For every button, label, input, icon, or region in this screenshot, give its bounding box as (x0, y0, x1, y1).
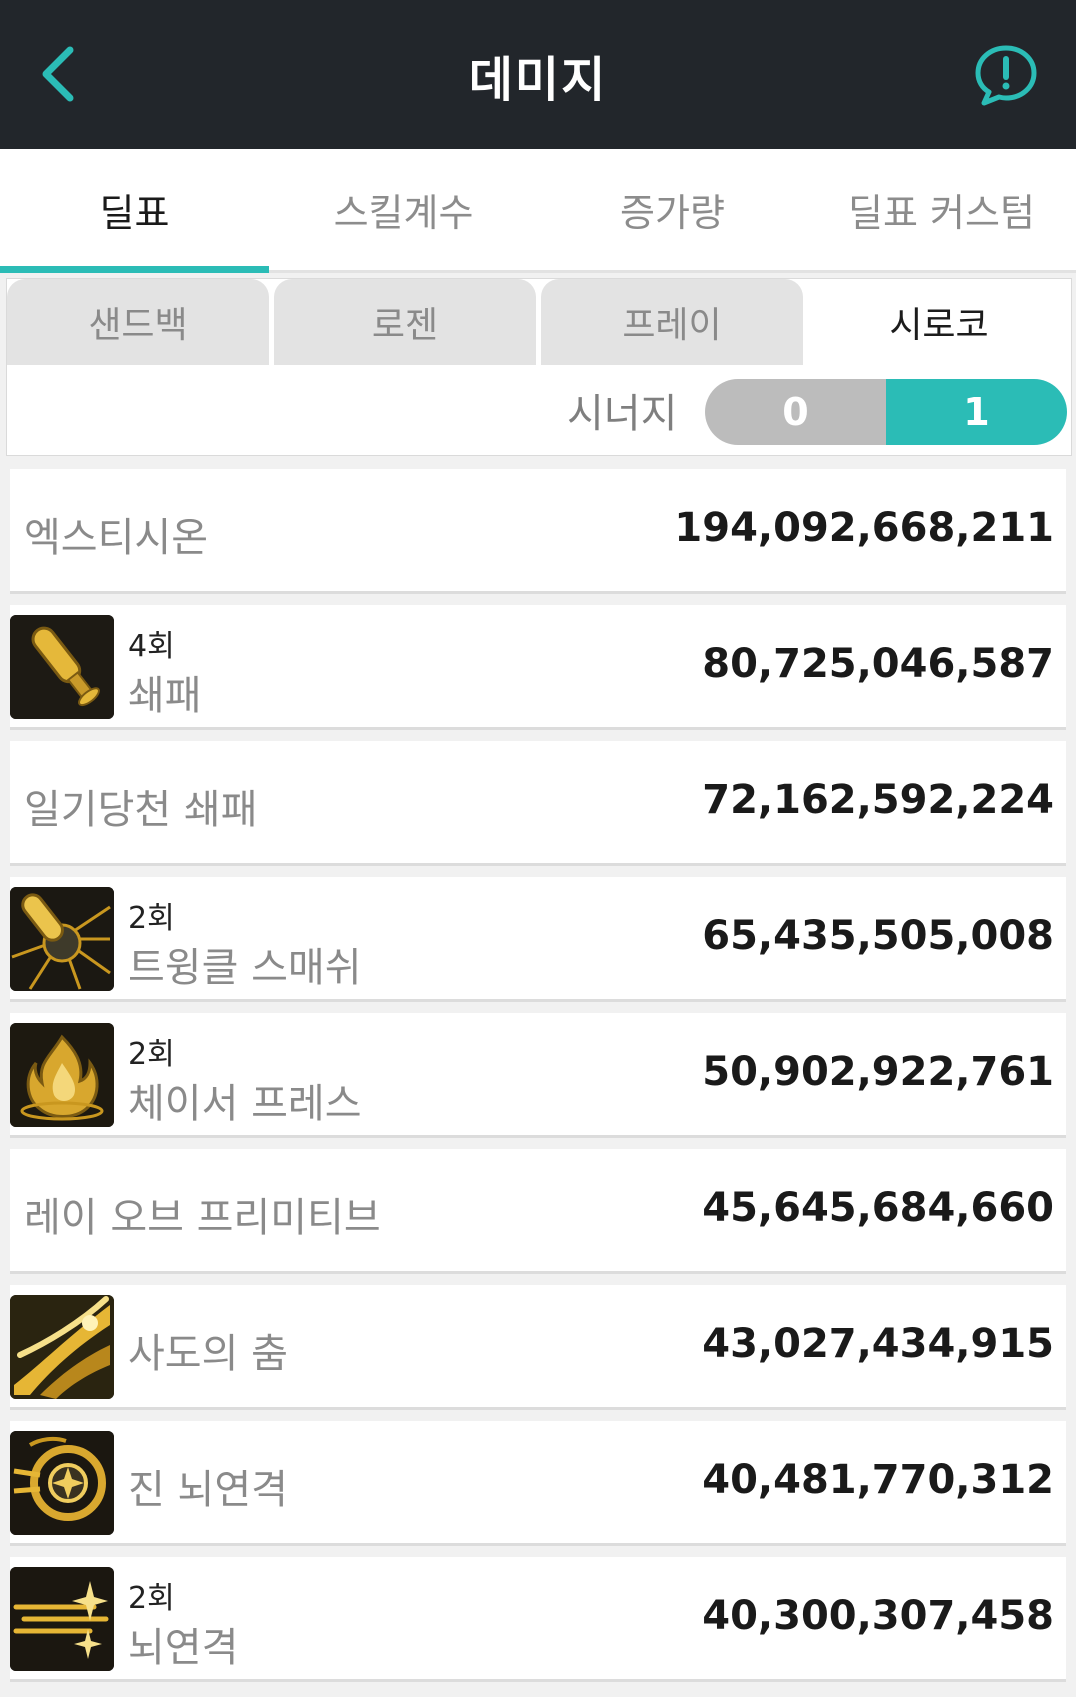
skill-name: 쇄패 (128, 673, 202, 719)
alert-chat-icon (975, 45, 1037, 106)
hit-count: 2회 (128, 901, 175, 936)
synergy-label: 시너지 (567, 391, 678, 437)
twinkle-smash-skill-icon (10, 887, 114, 991)
boss-tab-sandbag[interactable]: 샌드백 (7, 279, 269, 365)
synergy-toggle[interactable]: 0 1 (705, 379, 1067, 445)
damage-row[interactable]: 진 뇌연격 40,481,770,312 (10, 1421, 1066, 1543)
skill-name: 일기당천 쇄패 (24, 787, 258, 833)
tab-skill-coefficient[interactable]: 스킬계수 (269, 149, 538, 270)
damage-row[interactable]: 4회 쇄패 80,725,046,587 (10, 605, 1066, 727)
damage-value: 72,162,592,224 (702, 777, 1054, 823)
page-title: 데미지 (468, 52, 608, 108)
apostle-dance-skill-icon (10, 1295, 114, 1399)
damage-value: 80,725,046,587 (702, 641, 1054, 687)
damage-list: 엑스티시온 194,092,668,211 4회 쇄패 80,725,046,5… (10, 469, 1066, 1693)
hit-count: 2회 (128, 1581, 175, 1616)
damage-value: 194,092,668,211 (674, 505, 1054, 551)
damage-value: 50,902,922,761 (702, 1049, 1054, 1095)
skill-name: 레이 오브 프리미티브 (24, 1195, 381, 1241)
tab-damage-table-custom[interactable]: 딜표 커스텀 (807, 149, 1076, 270)
damage-row[interactable]: 2회 체이서 프레스 50,902,922,761 (10, 1013, 1066, 1135)
synergy-option-0[interactable]: 0 (705, 379, 886, 445)
boss-tab-siroco[interactable]: 시로코 (808, 279, 1070, 365)
hit-count: 2회 (128, 1037, 175, 1072)
damage-value: 65,435,505,008 (702, 913, 1054, 959)
damage-row[interactable]: 2회 뇌연격 40,300,307,458 (10, 1557, 1066, 1679)
chaser-press-skill-icon (10, 1023, 114, 1127)
thunder-strike-skill-icon (10, 1567, 114, 1671)
damage-row[interactable]: 일기당천 쇄패 72,162,592,224 (10, 741, 1066, 863)
tab-increase[interactable]: 증가량 (538, 149, 807, 270)
main-tab-bar: 딜표 스킬계수 증가량 딜표 커스텀 (0, 149, 1076, 273)
damage-row[interactable]: 엑스티시온 194,092,668,211 (10, 469, 1066, 591)
boss-tab-bar: 샌드백 로젠 프레이 시로코 (7, 279, 1071, 365)
hit-count: 4회 (128, 629, 175, 664)
boss-tab-rosen[interactable]: 로젠 (274, 279, 536, 365)
damage-value: 40,481,770,312 (702, 1457, 1054, 1503)
damage-value: 45,645,684,660 (702, 1185, 1054, 1231)
skill-name: 체이서 프레스 (128, 1081, 362, 1127)
info-button[interactable] (972, 42, 1040, 108)
boss-panel: 샌드백 로젠 프레이 시로코 시너지 0 1 (6, 278, 1072, 456)
damage-value: 43,027,434,915 (702, 1321, 1054, 1367)
damage-row[interactable]: 레이 오브 프리미티브 45,645,684,660 (10, 1149, 1066, 1271)
app-header: 데미지 (0, 0, 1076, 149)
boss-tab-prey[interactable]: 프레이 (541, 279, 803, 365)
damage-row[interactable]: 2회 트윙클 스매쉬 65,435,505,008 (10, 877, 1066, 999)
damage-row[interactable]: 사도의 춤 43,027,434,915 (10, 1285, 1066, 1407)
true-thunder-strike-skill-icon (10, 1431, 114, 1535)
skill-name: 사도의 춤 (128, 1331, 288, 1377)
bat-skill-icon (10, 615, 114, 719)
damage-value: 40,300,307,458 (702, 1593, 1054, 1639)
tab-damage-table[interactable]: 딜표 (0, 149, 269, 273)
synergy-option-1[interactable]: 1 (886, 379, 1067, 445)
skill-name: 엑스티시온 (24, 515, 208, 561)
skill-name: 트윙클 스매쉬 (128, 945, 362, 991)
skill-name: 뇌연격 (128, 1625, 239, 1671)
skill-name: 진 뇌연격 (128, 1467, 288, 1513)
